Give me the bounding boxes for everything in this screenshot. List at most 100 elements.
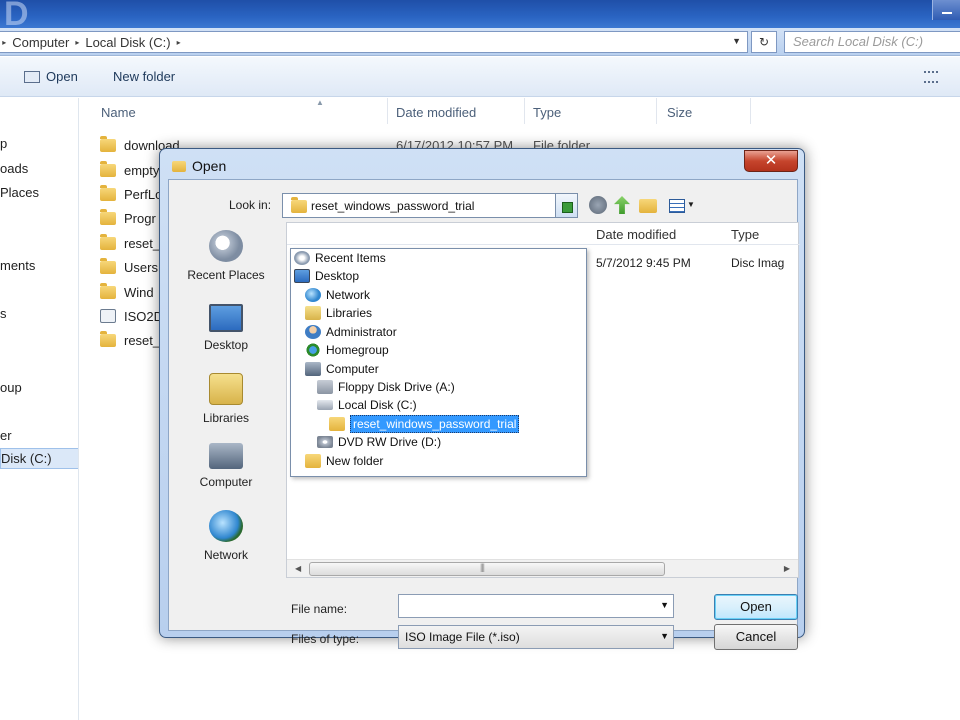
file-row[interactable]: Progr (100, 207, 156, 229)
dropdown-item-desktop[interactable]: Desktop (294, 267, 359, 285)
disc-image-icon (100, 309, 116, 323)
search-input[interactable]: Search Local Disk (C:) (784, 31, 960, 53)
nav-item[interactable]: s (0, 306, 7, 321)
dropdown-item-label: DVD RW Drive (D:) (338, 435, 442, 449)
file-row[interactable]: Users (100, 256, 158, 278)
file-row[interactable]: reset_ (100, 329, 160, 351)
file-name: reset_ (124, 332, 161, 348)
nav-item-local-disk[interactable]: Disk (C:) (0, 448, 78, 469)
column-name[interactable]: Name (101, 105, 136, 120)
scrollbar-thumb[interactable] (309, 562, 665, 576)
place-label: Libraries (202, 411, 250, 425)
file-type-select[interactable]: ISO Image File (*.iso) ▼ (398, 625, 674, 649)
file-name-label: File name: (291, 602, 348, 616)
horizontal-scrollbar[interactable]: ◀ ▶ (287, 559, 798, 577)
dropdown-item-computer[interactable]: Computer (305, 360, 379, 378)
dropdown-item-recent-items[interactable]: Recent Items (294, 249, 386, 267)
dropdown-item-label: Floppy Disk Drive (A:) (338, 380, 455, 394)
scroll-left-icon[interactable]: ◀ (295, 564, 301, 573)
file-row[interactable]: PerfLo (100, 183, 162, 205)
chevron-down-icon[interactable]: ▼ (660, 600, 669, 610)
dropdown-item-local-disk[interactable]: Local Disk (C:) (317, 396, 417, 414)
column-type[interactable]: Type (731, 227, 759, 242)
place-network[interactable]: Network (181, 510, 271, 562)
dropdown-item-libraries[interactable]: Libraries (305, 304, 372, 322)
nav-item[interactable]: p (0, 136, 7, 151)
place-label: Desktop (203, 338, 249, 352)
dropdown-item-homegroup[interactable]: Homegroup (305, 341, 389, 359)
recent-places-icon (209, 230, 243, 262)
new-folder-icon[interactable] (639, 199, 657, 213)
nav-item[interactable]: oads (0, 161, 28, 176)
place-libraries[interactable]: Libraries (181, 373, 271, 425)
column-separator (656, 98, 657, 124)
open-dialog: Open ✕ Look in: reset_windows_password_t… (159, 148, 805, 650)
up-folder-icon[interactable] (614, 196, 630, 214)
dialog-title: Open (192, 158, 227, 174)
close-button[interactable]: ✕ (744, 150, 798, 172)
dropdown-item-label: Local Disk (C:) (338, 398, 417, 412)
column-type[interactable]: Type (533, 105, 561, 120)
nav-item[interactable]: oup (0, 380, 22, 395)
open-button[interactable]: Open (714, 594, 798, 620)
dropdown-item-label: Administrator (326, 325, 397, 339)
toolbar-open-button[interactable]: Open (24, 69, 78, 84)
chevron-down-icon[interactable]: ▼ (687, 200, 695, 218)
column-separator (750, 98, 751, 124)
nav-item[interactable]: Places (0, 185, 39, 200)
look-in-combobox[interactable]: reset_windows_password_trial (282, 193, 578, 218)
file-row[interactable]: ISO2D (100, 305, 163, 327)
file-row[interactable]: reset_ (100, 232, 160, 254)
minimize-button[interactable] (932, 0, 960, 20)
look-in-dropdown-list[interactable]: Recent Items Desktop Network Libraries A… (290, 248, 587, 477)
place-label: Network (203, 548, 248, 562)
folder-icon (172, 161, 186, 172)
column-date-modified[interactable]: Date modified (396, 105, 476, 120)
dropdown-item-network[interactable]: Network (305, 286, 370, 304)
place-desktop[interactable]: Desktop (181, 304, 271, 352)
file-name: reset_ (124, 235, 161, 251)
refresh-button[interactable]: ↻ (751, 31, 777, 53)
libraries-icon (209, 373, 243, 405)
dropdown-item-dvd-drive[interactable]: DVD RW Drive (D:) (317, 433, 441, 451)
folder-icon (305, 454, 321, 468)
views-icon[interactable] (924, 71, 938, 83)
dropdown-item-new-folder[interactable]: New folder (305, 452, 383, 470)
dropdown-item-label: Desktop (315, 269, 360, 283)
user-icon (305, 325, 321, 339)
file-name: ISO2D (124, 308, 164, 324)
network-icon (305, 288, 321, 302)
dropdown-item-label: Homegroup (326, 343, 389, 357)
chevron-down-icon[interactable]: ▼ (660, 631, 669, 641)
back-icon[interactable] (589, 196, 607, 214)
dropdown-item-reset-folder[interactable]: reset_windows_password_trial (329, 415, 520, 433)
file-name: PerfLo (124, 186, 163, 202)
breadcrumb-local-disk[interactable]: Local Disk (C:) (79, 35, 176, 50)
breadcrumb-arrow-icon[interactable]: ▸ (177, 38, 181, 47)
folder-icon (329, 417, 345, 431)
scroll-right-icon[interactable]: ▶ (784, 564, 790, 573)
column-size[interactable]: Size (667, 105, 692, 120)
explorer-toolbar: Open New folder (0, 57, 960, 97)
file-row[interactable]: Wind (100, 281, 154, 303)
toolbar-new-folder-button[interactable]: New folder (113, 69, 175, 84)
file-row[interactable]: empty (100, 159, 159, 181)
breadcrumb-computer[interactable]: Computer (6, 35, 75, 50)
view-menu-icon[interactable] (669, 199, 685, 213)
app-logo: D (4, 0, 29, 33)
cancel-button[interactable]: Cancel (714, 624, 798, 650)
address-dropdown-icon[interactable]: ▼ (732, 36, 741, 46)
look-in-dropdown-button[interactable] (555, 194, 577, 217)
dropdown-item-floppy[interactable]: Floppy Disk Drive (A:) (317, 378, 455, 396)
nav-item[interactable]: er (0, 428, 12, 443)
toolbar-open-label: Open (46, 69, 78, 84)
dropdown-item-administrator[interactable]: Administrator (305, 323, 397, 341)
address-bar-row: ▸ Computer ▸ Local Disk (C:) ▸ ▼ ↻ Searc… (0, 28, 960, 56)
file-name-input[interactable]: ▼ (398, 594, 674, 618)
nav-item[interactable]: ments (0, 258, 35, 273)
place-recent-places[interactable]: Recent Places (181, 230, 271, 282)
column-date-modified[interactable]: Date modified (596, 227, 676, 242)
address-bar[interactable]: ▸ Computer ▸ Local Disk (C:) ▸ ▼ (0, 31, 748, 53)
place-label: Computer (199, 475, 253, 489)
place-computer[interactable]: Computer (181, 443, 271, 489)
